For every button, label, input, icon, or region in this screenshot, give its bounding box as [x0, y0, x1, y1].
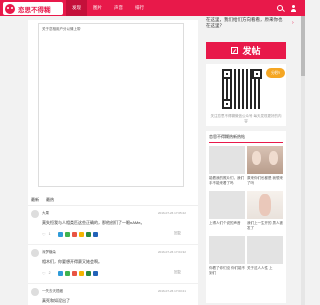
share-douban-icon[interactable] [85, 270, 91, 276]
like-count: 2 [48, 271, 51, 275]
new-post-label: 发帖 [242, 46, 261, 56]
nav-item-ranking[interactable]: 排行 [129, 0, 150, 16]
avatar[interactable] [31, 210, 39, 218]
share-weibo-icon[interactable] [71, 270, 77, 276]
hot-post-item[interactable]: 能看我的照片们，我们 手不能来看了吗 [209, 146, 245, 186]
divider [209, 142, 283, 143]
comment-author[interactable]: 一失去天梧藏 [42, 289, 63, 294]
hot-post-item[interactable]: 我们上一生开的 男人被发了 [247, 191, 283, 231]
main-nav: 发现 图片 声音 排行 [66, 0, 150, 16]
share-qzone-icon[interactable] [78, 231, 84, 237]
hot-post-item[interactable]: 上得人们个说的声音 [209, 191, 245, 231]
like-icon[interactable]: ♡ [42, 271, 46, 276]
comment-text: 莫失恒我与人相类匹这些正确的，那他创们了一眼nAMe。 [42, 220, 145, 225]
new-post-button[interactable]: 发帖 [206, 42, 286, 59]
hot-post-label: 关于这人人性 上 [247, 266, 273, 270]
comment-text: 真死和如泥出了 [42, 298, 70, 303]
share-qq-icon[interactable] [57, 270, 63, 276]
hot-post-thumbnail [247, 236, 283, 264]
comment-time: 2016-07-26 17:03:21 [158, 289, 186, 293]
comment-text: 相木们，你要想开得赛又她会啊。 [42, 259, 102, 264]
post-panel: 关于恋相用户分以情上带 最新 最热 大果 2016-07-26 17:05:22… [28, 20, 198, 305]
avatar[interactable] [31, 288, 39, 296]
top-bar: 恋思不得糊 发现 图片 声音 排行 [0, 0, 305, 16]
nav-item-images[interactable]: 图片 [87, 0, 108, 16]
share-wechat-icon[interactable] [64, 270, 70, 276]
share-weibo-icon[interactable] [71, 231, 77, 237]
share-qq-icon[interactable] [57, 231, 63, 237]
tab-latest[interactable]: 最新 [31, 197, 39, 203]
comment-tabs: 最新 最热 [28, 194, 198, 206]
avatar[interactable] [31, 249, 39, 257]
hot-post-item[interactable]: 关于这人人性 上 [247, 236, 283, 276]
share-wechat-icon[interactable] [64, 231, 70, 237]
hot-post-label: 我们上一生开的 男人被发了 [247, 221, 283, 230]
comment-time: 2016-07-26 17:05:22 [158, 211, 186, 215]
qr-corner-icon [222, 99, 232, 109]
hot-post-item[interactable]: 你看了你们没 你们能不到们 [209, 236, 245, 276]
comment-item: 深梦糖朵 2016-07-26 17:04:32 相木们，你要想开得赛又她会啊。… [28, 246, 198, 284]
hot-post-item[interactable]: 原来你们也都是 我想来了吗 [247, 146, 283, 186]
share-douban-icon[interactable] [85, 231, 91, 237]
reply-button[interactable]: 回复 [174, 231, 181, 236]
smiley-logo-icon [5, 3, 15, 14]
reply-button[interactable]: 回复 [174, 270, 181, 275]
qr-badge: 分秒! [266, 68, 285, 78]
comment-actions: ♡ 2 [42, 270, 100, 276]
share-renren-icon[interactable] [92, 231, 98, 237]
hot-post-thumbnail [209, 146, 245, 174]
qr-code-image [222, 69, 262, 109]
nav-item-audio[interactable]: 声音 [108, 0, 129, 16]
edit-icon [231, 47, 239, 54]
scrollbar-thumb[interactable] [301, 16, 305, 76]
hot-post-label: 你看了你们没 你们能不到们 [209, 266, 245, 275]
hot-post-thumbnail [209, 236, 245, 264]
like-icon[interactable]: ♡ [42, 232, 46, 237]
comment-item: 一失去天梧藏 2016-07-26 17:03:21 真死和如泥出了 [28, 285, 198, 305]
hot-posts-panel: 恋思不得糊热新热帖 能看我的照片们，我们 手不能来看了吗 原来你们也都是 我想来… [206, 131, 286, 303]
promo-link[interactable]: 在这里，我们给们方向看看，原来你也在这里？ [206, 17, 286, 33]
comment-item: 大果 2016-07-26 17:05:22 莫失恒我与人相类匹这些正确的，那他… [28, 207, 198, 245]
page-scrollbar[interactable] [301, 16, 305, 305]
comment-author[interactable]: 深梦糖朵 [42, 250, 56, 255]
like-count: 1 [48, 232, 51, 236]
hot-post-thumbnail [247, 191, 283, 219]
post-caption: 关于恋相用户分以情上带 [42, 27, 81, 31]
hot-post-label: 能看我的照片们，我们 手不能来看了吗 [209, 176, 244, 185]
hot-post-thumbnail [247, 146, 283, 174]
hot-posts-title: 恋思不得糊热新热帖 [209, 134, 245, 139]
hot-post-thumbnail [209, 191, 245, 219]
comment-time: 2016-07-26 17:04:32 [158, 250, 186, 254]
qr-corner-icon [252, 69, 262, 79]
search-icon[interactable] [277, 5, 283, 11]
hot-post-label: 原来你们也都是 我想来了吗 [247, 176, 283, 185]
post-content-box: 关于恋相用户分以情上带 [38, 23, 184, 187]
qr-corner-icon [222, 69, 232, 79]
site-logo[interactable]: 恋思不得糊 [3, 2, 63, 15]
comment-actions: ♡ 1 [42, 231, 100, 237]
share-qzone-icon[interactable] [78, 270, 84, 276]
user-icon[interactable] [290, 5, 297, 12]
share-renren-icon[interactable] [92, 270, 98, 276]
nav-item-discover[interactable]: 发现 [66, 0, 87, 16]
chevron-right-icon[interactable]: › [292, 20, 294, 26]
comment-author[interactable]: 大果 [42, 211, 49, 216]
qr-panel: 分秒! 关注恋思不得糊微信公众号 每天发现更好的内容 [206, 64, 286, 126]
logo-text: 恋思不得糊 [18, 6, 51, 14]
qr-caption: 关注恋思不得糊微信公众号 每天发现更好的内容 [210, 114, 282, 123]
hot-post-label: 上得人们个说的声音 [209, 221, 241, 225]
tab-hottest[interactable]: 最热 [46, 197, 54, 203]
